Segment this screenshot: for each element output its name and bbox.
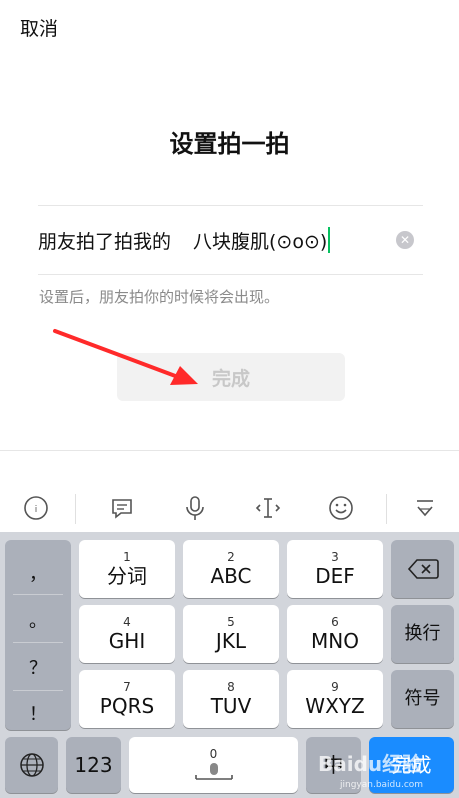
key-label: WXYZ: [305, 694, 365, 718]
key-number: 2: [227, 550, 235, 564]
punct-question-key[interactable]: ？: [5, 654, 71, 680]
hide-keyboard-icon[interactable]: [403, 484, 447, 532]
field-bottom-divider: [38, 274, 423, 275]
key-label: TUV: [210, 694, 252, 718]
newline-key[interactable]: 换行: [391, 605, 454, 663]
field-prefix-label: 朋友拍了拍我的: [38, 230, 172, 253]
page-title: 设置拍一拍: [169, 130, 290, 158]
globe-icon: [19, 753, 44, 777]
field-top-divider: [38, 205, 423, 206]
text-cursor: [328, 227, 331, 253]
clear-icon[interactable]: ✕: [396, 231, 414, 249]
emoji-icon[interactable]: [319, 484, 363, 532]
punct-exclaim-key[interactable]: ！: [5, 700, 71, 726]
cursor-icon[interactable]: [246, 484, 290, 532]
key-number: 5: [227, 615, 235, 629]
cancel-button[interactable]: 取消: [20, 14, 58, 41]
toolbar-separator: [75, 494, 76, 524]
punct-period-key[interactable]: 。: [5, 607, 71, 633]
key-1[interactable]: 1 分词: [79, 540, 175, 598]
backspace-key[interactable]: [391, 540, 454, 598]
watermark-url: jingyan.baidu.com: [340, 780, 424, 790]
key-label: JKL: [215, 629, 247, 653]
key-3[interactable]: 3 DEF: [287, 540, 383, 598]
toolbar-separator: [386, 494, 387, 524]
key-label: MNO: [311, 629, 359, 653]
punct-divider: [13, 690, 63, 691]
numbers-key[interactable]: 123: [66, 737, 121, 793]
key-number: 4: [123, 615, 131, 629]
key-2[interactable]: 2 ABC: [183, 540, 279, 598]
pat-text-field[interactable]: 朋友拍了拍我的 八块腹肌(⊙o⊙): [38, 222, 423, 258]
key-label: ABC: [210, 564, 252, 588]
punctuation-list[interactable]: ， 。 ？ ！: [5, 540, 71, 730]
keyboard-toolbar: i: [0, 484, 459, 532]
pat-suffix-input[interactable]: 八块腹肌(⊙o⊙): [193, 227, 327, 254]
key-label: 换行: [404, 623, 441, 644]
key-label: PQRS: [99, 694, 155, 718]
content-divider: [0, 450, 459, 451]
key-4[interactable]: 4 GHI: [79, 605, 175, 663]
keyboard-switch-icon[interactable]: i: [14, 484, 58, 532]
punct-divider: [13, 594, 63, 595]
symbols-key[interactable]: 符号: [391, 670, 454, 728]
chat-icon[interactable]: [100, 484, 144, 532]
microphone-icon[interactable]: [173, 484, 217, 532]
key-label: 分词: [107, 564, 147, 588]
punct-comma-key[interactable]: ，: [5, 560, 71, 586]
space-mic-icon: [194, 763, 233, 780]
backspace-icon: [407, 559, 439, 579]
key-number: 0: [209, 747, 218, 761]
hint-text: 设置后，朋友拍你的时候将会出现。: [39, 288, 280, 306]
key-number: 9: [331, 680, 339, 694]
key-5[interactable]: 5 JKL: [183, 605, 279, 663]
punct-divider: [13, 642, 63, 643]
key-8[interactable]: 8 TUV: [183, 670, 279, 728]
key-label: DEF: [315, 564, 355, 588]
key-6[interactable]: 6 MNO: [287, 605, 383, 663]
key-7[interactable]: 7 PQRS: [79, 670, 175, 728]
key-number: 8: [227, 680, 235, 694]
space-key[interactable]: 0: [129, 737, 298, 793]
svg-text:i: i: [35, 505, 38, 515]
key-9[interactable]: 9 WXYZ: [287, 670, 383, 728]
globe-key[interactable]: [5, 737, 58, 793]
key-number: 7: [123, 680, 131, 694]
key-label: 符号: [404, 688, 441, 709]
watermark-brand: Baidu经验: [318, 752, 423, 776]
key-number: 3: [331, 550, 339, 564]
key-label: 123: [74, 753, 113, 777]
done-button[interactable]: 完成: [117, 353, 345, 401]
key-number: 1: [123, 550, 131, 564]
key-label: GHI: [108, 629, 146, 653]
key-number: 6: [331, 615, 339, 629]
